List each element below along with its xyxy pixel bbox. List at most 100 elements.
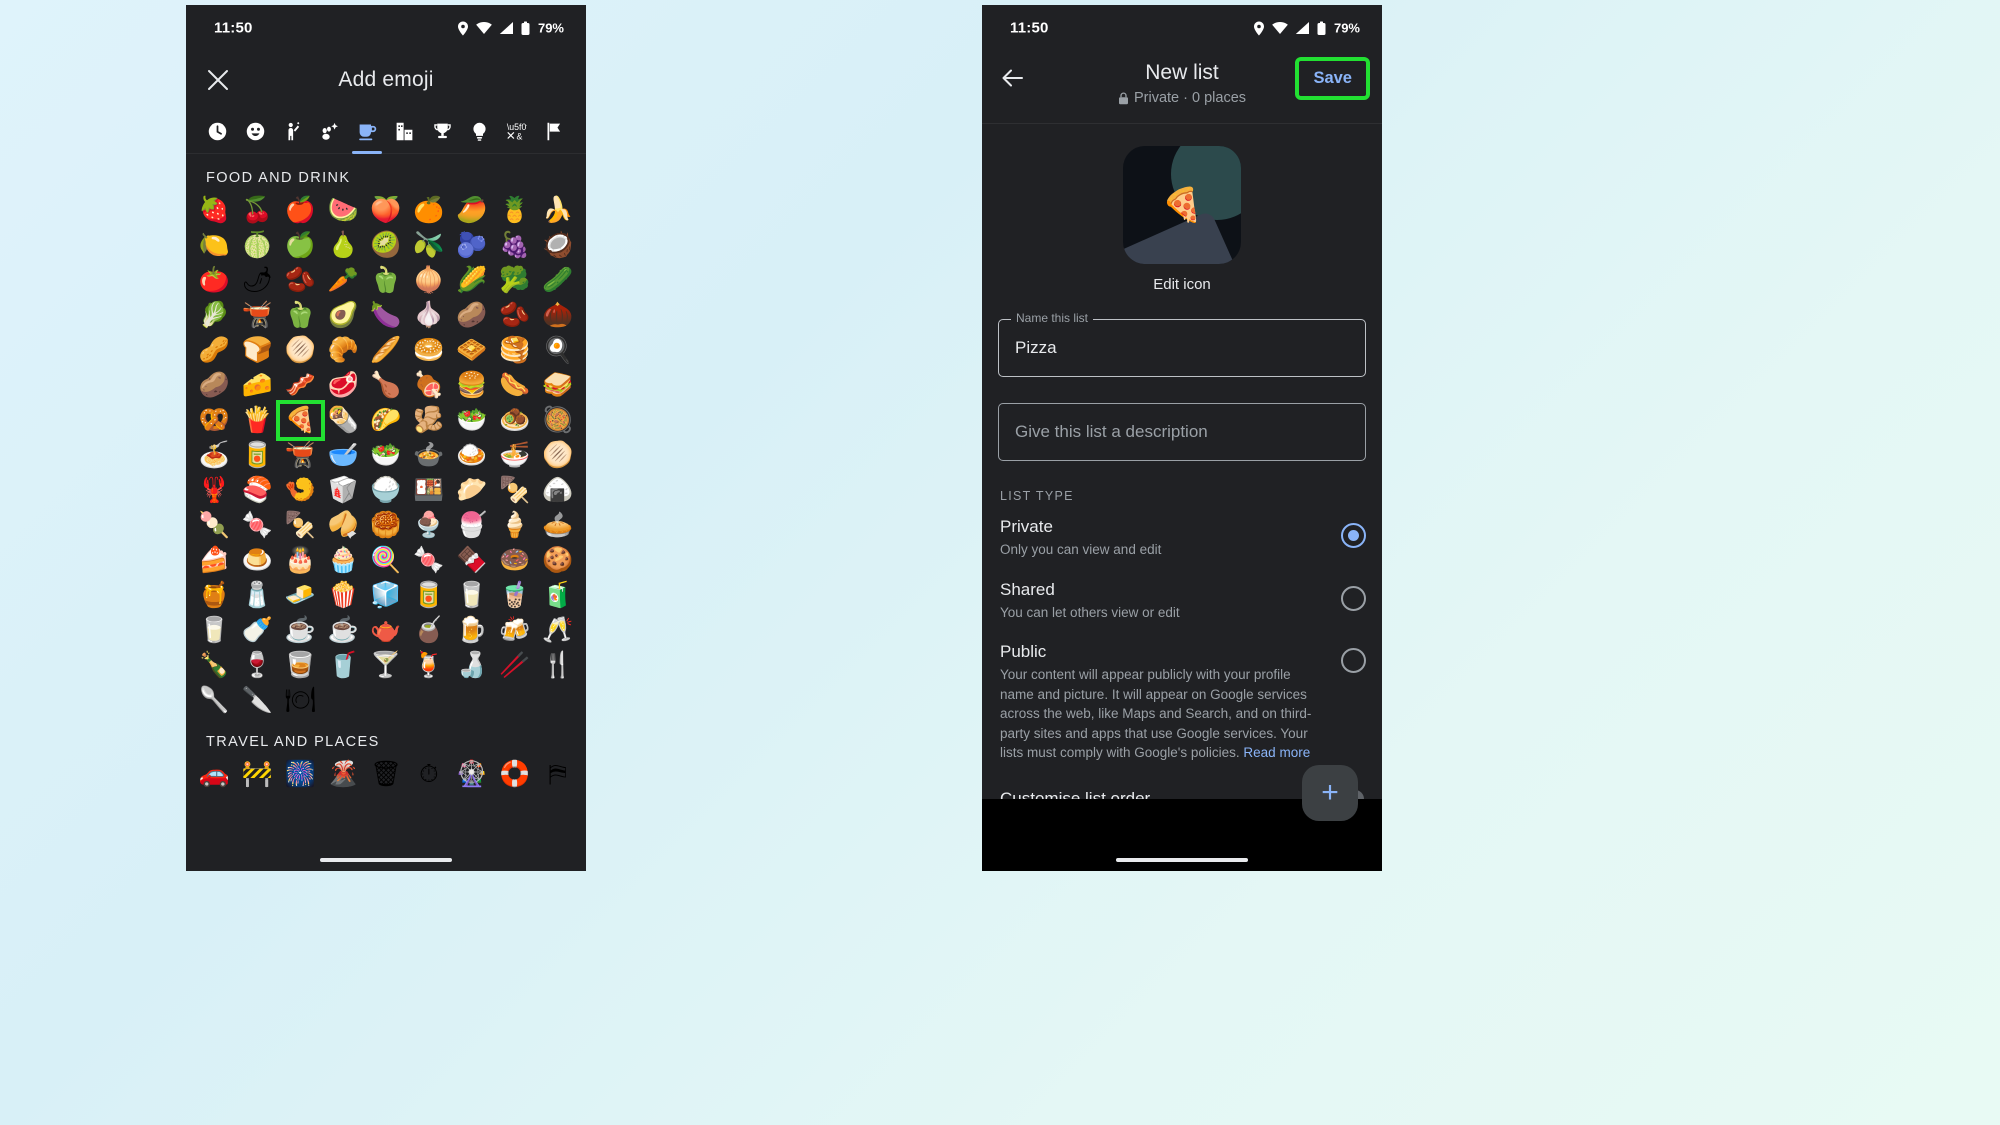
emoji-cell[interactable]: 🥄 <box>193 683 236 718</box>
emoji-cell[interactable]: 🥮 <box>365 508 408 543</box>
emoji-cell[interactable]: 🧅 <box>407 263 450 298</box>
emoji-cell[interactable]: 🥢 <box>493 648 536 683</box>
emoji-cell[interactable]: 🥥 <box>536 228 579 263</box>
emoji-cell[interactable]: 🥞 <box>493 333 536 368</box>
emoji-cell[interactable]: 🍧 <box>450 508 493 543</box>
tab-activities[interactable] <box>423 109 460 153</box>
emoji-cell[interactable]: 🎆 <box>279 757 322 792</box>
emoji-cell[interactable]: 🧉 <box>407 613 450 648</box>
emoji-cell[interactable]: 🍑 <box>365 193 408 228</box>
tab-people[interactable] <box>274 109 311 153</box>
name-input[interactable]: Pizza <box>998 319 1366 377</box>
emoji-cell[interactable]: 🥤 <box>322 648 365 683</box>
emoji-cell[interactable]: 🥫 <box>236 438 279 473</box>
emoji-cell[interactable]: 🍚 <box>365 473 408 508</box>
emoji-cell[interactable]: 🥭 <box>450 193 493 228</box>
emoji-cell[interactable]: 🍇 <box>493 228 536 263</box>
emoji-cell[interactable]: 🥕 <box>322 263 365 298</box>
emoji-cell[interactable]: 🥔 <box>193 368 236 403</box>
emoji-cell[interactable]: 🍟 <box>236 403 279 438</box>
emoji-cell[interactable]: 🌮 <box>365 403 408 438</box>
emoji-cell[interactable]: 🔪 <box>236 683 279 718</box>
emoji-cell[interactable]: 🍦 <box>493 508 536 543</box>
emoji-cell[interactable]: 🧂 <box>236 578 279 613</box>
emoji-cell[interactable]: 🧈 <box>279 578 322 613</box>
emoji-cell[interactable]: 🍮 <box>236 543 279 578</box>
emoji-scroll-area[interactable]: FOOD AND DRINK 🍓 🍒 🍎 🍉 🍑 🍊 🥭 🍍 🍌 🍋 🍈 🍏 🍐 🥝 🫒 🫐 🍇 🥥 🍅 🌶 🫘 🥕 🫑 🧅 🌽… <box>186 154 586 871</box>
emoji-cell[interactable]: 🍜 <box>493 438 536 473</box>
emoji-cell[interactable]: 🫕 <box>279 438 322 473</box>
emoji-cell[interactable]: 🍍 <box>493 193 536 228</box>
emoji-cell[interactable]: 🫐 <box>450 228 493 263</box>
emoji-cell[interactable]: 🧀 <box>236 368 279 403</box>
emoji-cell[interactable]: 🥖 <box>365 333 408 368</box>
emoji-cell[interactable]: 🧄 <box>407 298 450 333</box>
emoji-cell[interactable]: 🫓 <box>279 333 322 368</box>
emoji-cell[interactable]: 🍿 <box>322 578 365 613</box>
emoji-cell[interactable]: 🥂 <box>536 613 579 648</box>
emoji-cell[interactable]: 🍗 <box>365 368 408 403</box>
emoji-cell[interactable]: 🫒 <box>407 228 450 263</box>
back-arrow-icon[interactable] <box>1000 65 1026 96</box>
emoji-cell[interactable]: 🌋 <box>322 757 365 792</box>
emoji-cell[interactable]: 🥫 <box>407 578 450 613</box>
emoji-cell[interactable]: 🍆 <box>365 298 408 333</box>
emoji-cell[interactable]: 🥦 <box>493 263 536 298</box>
emoji-cell[interactable]: 🥠 <box>322 508 365 543</box>
emoji-cell[interactable]: 🍸 <box>365 648 408 683</box>
list-type-option-private[interactable]: Private Only you can view and edit <box>982 507 1382 570</box>
emoji-cell[interactable]: 🍙 <box>536 473 579 508</box>
emoji-cell[interactable]: 🍡 <box>193 508 236 543</box>
emoji-cell[interactable]: 🍽 <box>279 683 322 718</box>
emoji-cell[interactable]: 🍎 <box>279 193 322 228</box>
emoji-cell[interactable]: ⏱ <box>407 757 450 792</box>
emoji-cell[interactable]: 🍾 <box>193 648 236 683</box>
emoji-cell[interactable]: 🧊 <box>365 578 408 613</box>
emoji-cell[interactable]: 🥣 <box>322 438 365 473</box>
emoji-cell[interactable]: 🍅 <box>193 263 236 298</box>
edit-icon-label[interactable]: Edit icon <box>1153 276 1211 293</box>
emoji-cell[interactable]: 🥜 <box>193 333 236 368</box>
emoji-cell[interactable]: 🥃 <box>279 648 322 683</box>
tab-smileys[interactable] <box>236 109 273 153</box>
list-icon-preview[interactable]: 🍕 <box>1123 146 1241 264</box>
emoji-cell[interactable]: ☕ <box>322 613 365 648</box>
emoji-cell[interactable]: 🥡 <box>322 473 365 508</box>
emoji-cell[interactable]: 🫖 <box>365 613 408 648</box>
tab-flags[interactable] <box>536 109 573 153</box>
emoji-cell[interactable]: 🍝 <box>193 438 236 473</box>
emoji-cell[interactable]: 🍴 <box>536 648 579 683</box>
emoji-cell[interactable]: 🍛 <box>450 438 493 473</box>
emoji-cell[interactable]: 🍏 <box>279 228 322 263</box>
emoji-cell[interactable]: 🚧 <box>236 757 279 792</box>
emoji-cell-selected[interactable]: 🍕 <box>275 400 325 441</box>
emoji-cell[interactable]: 🍪 <box>536 543 579 578</box>
tab-animals-nature[interactable] <box>311 109 348 153</box>
emoji-cell[interactable]: 🍢 <box>279 508 322 543</box>
emoji-cell[interactable]: 🥔 <box>450 298 493 333</box>
emoji-cell[interactable]: 🍻 <box>493 613 536 648</box>
emoji-cell[interactable]: 🍹 <box>407 648 450 683</box>
emoji-cell[interactable]: 🍬 <box>236 508 279 543</box>
emoji-cell[interactable]: 🫚 <box>407 403 450 438</box>
emoji-cell[interactable]: 🍖 <box>407 368 450 403</box>
emoji-cell[interactable]: 🥯 <box>407 333 450 368</box>
emoji-cell[interactable]: 🥓 <box>279 368 322 403</box>
emoji-cell[interactable]: 🥗 <box>365 438 408 473</box>
read-more-link[interactable]: Read more <box>1243 745 1310 760</box>
emoji-cell[interactable]: 🍓 <box>193 193 236 228</box>
emoji-cell[interactable]: 🫘 <box>493 298 536 333</box>
emoji-cell[interactable]: 🌽 <box>450 263 493 298</box>
emoji-cell[interactable]: 🫘 <box>279 263 322 298</box>
close-icon[interactable] <box>205 67 231 93</box>
emoji-cell[interactable]: 🫑 <box>365 263 408 298</box>
emoji-cell[interactable]: 🍱 <box>407 473 450 508</box>
add-place-button[interactable]: + <box>1302 765 1358 821</box>
emoji-cell[interactable]: 🍊 <box>407 193 450 228</box>
emoji-cell[interactable]: 🎂 <box>279 543 322 578</box>
emoji-cell[interactable]: ⛿ <box>536 757 579 792</box>
emoji-cell[interactable]: 🥝 <box>365 228 408 263</box>
emoji-cell[interactable]: 🗑 <box>365 757 408 792</box>
emoji-cell[interactable]: 🍰 <box>193 543 236 578</box>
emoji-cell[interactable]: 🥗 <box>450 403 493 438</box>
